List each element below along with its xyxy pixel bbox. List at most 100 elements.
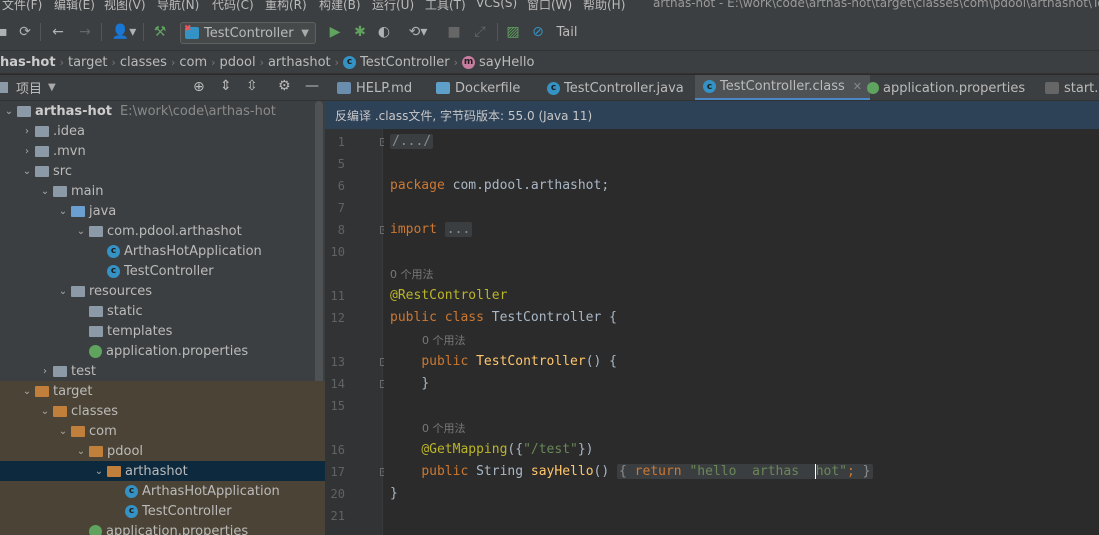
collapse-all-icon[interactable]: ⇳ bbox=[246, 78, 258, 94]
tree-item[interactable]: application.properties bbox=[0, 341, 325, 361]
breadcrumb-com[interactable]: com bbox=[179, 55, 207, 70]
breadcrumb-classes[interactable]: classes bbox=[120, 55, 167, 70]
breadcrumb-project[interactable]: has-hot bbox=[0, 55, 56, 70]
tree-item[interactable]: ⌄ arthashot bbox=[0, 461, 325, 481]
code-line-13: public TestController() { bbox=[390, 354, 617, 369]
menu-code[interactable]: 代码(C) bbox=[212, 0, 254, 13]
sync-icon[interactable]: ⟳ bbox=[14, 21, 36, 43]
chevron-right-icon[interactable]: › bbox=[19, 146, 35, 157]
tree-item[interactable]: c TestController bbox=[0, 501, 325, 521]
menu-file[interactable]: 文件(F) bbox=[2, 0, 42, 13]
debug-icon[interactable]: ✱ bbox=[350, 21, 370, 43]
chevron-down-icon[interactable]: ⌄ bbox=[19, 386, 35, 397]
tree-item[interactable]: ⌄ java bbox=[0, 201, 325, 221]
paren: ({ bbox=[507, 442, 524, 457]
breadcrumb-pdool[interactable]: pdool bbox=[220, 55, 256, 70]
tab-dockerfile[interactable]: Dockerfile bbox=[428, 75, 528, 100]
chevron-down-icon[interactable]: ⌄ bbox=[1, 106, 17, 117]
line-number: 7 bbox=[337, 201, 345, 215]
tree-item[interactable]: ⌄ src bbox=[0, 161, 325, 181]
menu-run[interactable]: 运行(U) bbox=[372, 0, 414, 13]
menu-edit[interactable]: 编辑(E) bbox=[54, 0, 95, 13]
project-panel-title[interactable]: 项目 bbox=[16, 78, 42, 97]
tree-item[interactable]: ⌄ com.pdool.arthashot bbox=[0, 221, 325, 241]
tree-item[interactable]: c ArthasHotApplication bbox=[0, 481, 325, 501]
attach-icon[interactable]: ⤢ bbox=[470, 21, 490, 43]
folded-header[interactable]: /.../ bbox=[390, 134, 434, 149]
line-number: 17 bbox=[330, 465, 345, 479]
chevron-down-icon[interactable]: ⌄ bbox=[73, 446, 89, 457]
chevron-down-icon[interactable]: ▼ bbox=[48, 82, 56, 93]
annotation: @RestController bbox=[390, 288, 508, 303]
locate-icon[interactable]: ⊕ bbox=[193, 79, 205, 95]
tab-testcontroller-java[interactable]: c TestController.java bbox=[539, 75, 692, 100]
forward-icon[interactable]: → bbox=[75, 21, 95, 43]
monitor-icon[interactable]: ▨ bbox=[503, 21, 523, 43]
tree-item[interactable]: c TestController bbox=[0, 261, 325, 281]
save-icon[interactable]: ▪ bbox=[0, 21, 10, 43]
folded-imports[interactable]: ... bbox=[444, 222, 473, 237]
menu-vcs[interactable]: VCS(S) bbox=[476, 0, 517, 10]
chevron-down-icon[interactable]: ⌄ bbox=[55, 286, 71, 297]
build-hammer-icon[interactable]: ⚒ bbox=[150, 21, 170, 43]
tail-button[interactable]: Tail bbox=[552, 21, 582, 43]
tree-item[interactable]: ⌄ main bbox=[0, 181, 325, 201]
tree-item[interactable]: › test bbox=[0, 361, 325, 381]
usage-hint[interactable]: 0 个用法 bbox=[422, 332, 466, 348]
chevron-right-icon[interactable]: › bbox=[37, 366, 53, 377]
tree-item[interactable]: static bbox=[0, 301, 325, 321]
tab-start-script[interactable]: start.s bbox=[1037, 75, 1099, 100]
chevron-down-icon[interactable]: ⌄ bbox=[91, 466, 107, 477]
tree-item[interactable]: c ArthasHotApplication bbox=[0, 241, 325, 261]
tab-help-md[interactable]: HELP.md bbox=[329, 75, 420, 100]
menu-navigate[interactable]: 导航(N) bbox=[157, 0, 199, 13]
chevron-down-icon[interactable]: ⌄ bbox=[55, 426, 71, 437]
usage-hint[interactable]: 0 个用法 bbox=[390, 266, 434, 282]
run-icon[interactable]: ▶ bbox=[325, 21, 345, 43]
breadcrumb-class[interactable]: c TestController bbox=[343, 55, 450, 70]
run-config-select[interactable]: ✖ TestController ▼ bbox=[180, 22, 316, 44]
menu-view[interactable]: 视图(V) bbox=[104, 0, 146, 13]
tab-application-properties[interactable]: application.properties bbox=[859, 75, 1033, 100]
tree-item[interactable]: ⌄ target bbox=[0, 381, 325, 401]
hide-panel-icon[interactable]: — bbox=[305, 78, 319, 94]
breadcrumb-arthashot[interactable]: arthashot bbox=[268, 55, 331, 70]
no-entry-icon[interactable]: ⊘ bbox=[528, 21, 548, 43]
breadcrumb-target[interactable]: target bbox=[68, 55, 108, 70]
menu-tools[interactable]: 工具(T) bbox=[425, 0, 466, 13]
user-icon[interactable]: 👤▾ bbox=[110, 21, 138, 43]
tree-item[interactable]: › .mvn bbox=[0, 141, 325, 161]
menu-help[interactable]: 帮助(H) bbox=[583, 0, 625, 13]
tree-item[interactable]: › .idea bbox=[0, 121, 325, 141]
code-editor[interactable]: /.../ package com.pdool.arthashot; impor… bbox=[384, 129, 1099, 535]
profile-icon[interactable]: ⟲▾ bbox=[401, 21, 435, 43]
tree-item[interactable]: application.properties bbox=[0, 521, 325, 535]
folder-icon bbox=[17, 105, 31, 117]
stop-icon[interactable]: ■ bbox=[444, 21, 464, 43]
chevron-down-icon[interactable]: ⌄ bbox=[19, 166, 35, 177]
back-icon[interactable]: ← bbox=[48, 21, 68, 43]
tree-item[interactable]: ⌄ com bbox=[0, 421, 325, 441]
chevron-down-icon[interactable]: ⌄ bbox=[37, 186, 53, 197]
coverage-icon[interactable]: ◐ bbox=[374, 21, 394, 43]
line-number: 13 bbox=[330, 355, 345, 369]
menu-window[interactable]: 窗口(W) bbox=[527, 0, 572, 13]
menu-build[interactable]: 构建(B) bbox=[319, 0, 361, 13]
tab-testcontroller-class[interactable]: c TestController.class ✕ bbox=[695, 75, 870, 100]
tree-item[interactable]: ⌄ arthas-hot E:\work\code\arthas-hot bbox=[0, 101, 325, 121]
gear-icon[interactable]: ⚙ bbox=[278, 78, 291, 94]
expand-all-icon[interactable]: ⇕ bbox=[220, 78, 232, 94]
menu-refactor[interactable]: 重构(R) bbox=[265, 0, 307, 13]
usage-hint[interactable]: 0 个用法 bbox=[422, 420, 466, 436]
breadcrumb-method[interactable]: m sayHello bbox=[462, 55, 534, 70]
chevron-down-icon[interactable]: ⌄ bbox=[73, 226, 89, 237]
folded-method-body[interactable]: { return "hello arthas hot"; } bbox=[617, 464, 873, 479]
tree-item[interactable]: templates bbox=[0, 321, 325, 341]
tree-item[interactable]: ⌄ pdool bbox=[0, 441, 325, 461]
tree-item[interactable]: ⌄ resources bbox=[0, 281, 325, 301]
chevron-down-icon[interactable]: ⌄ bbox=[55, 206, 71, 217]
tree-item-label: TestController bbox=[124, 263, 214, 279]
chevron-down-icon[interactable]: ⌄ bbox=[37, 406, 53, 417]
tree-item[interactable]: ⌄ classes bbox=[0, 401, 325, 421]
chevron-right-icon[interactable]: › bbox=[19, 126, 35, 137]
